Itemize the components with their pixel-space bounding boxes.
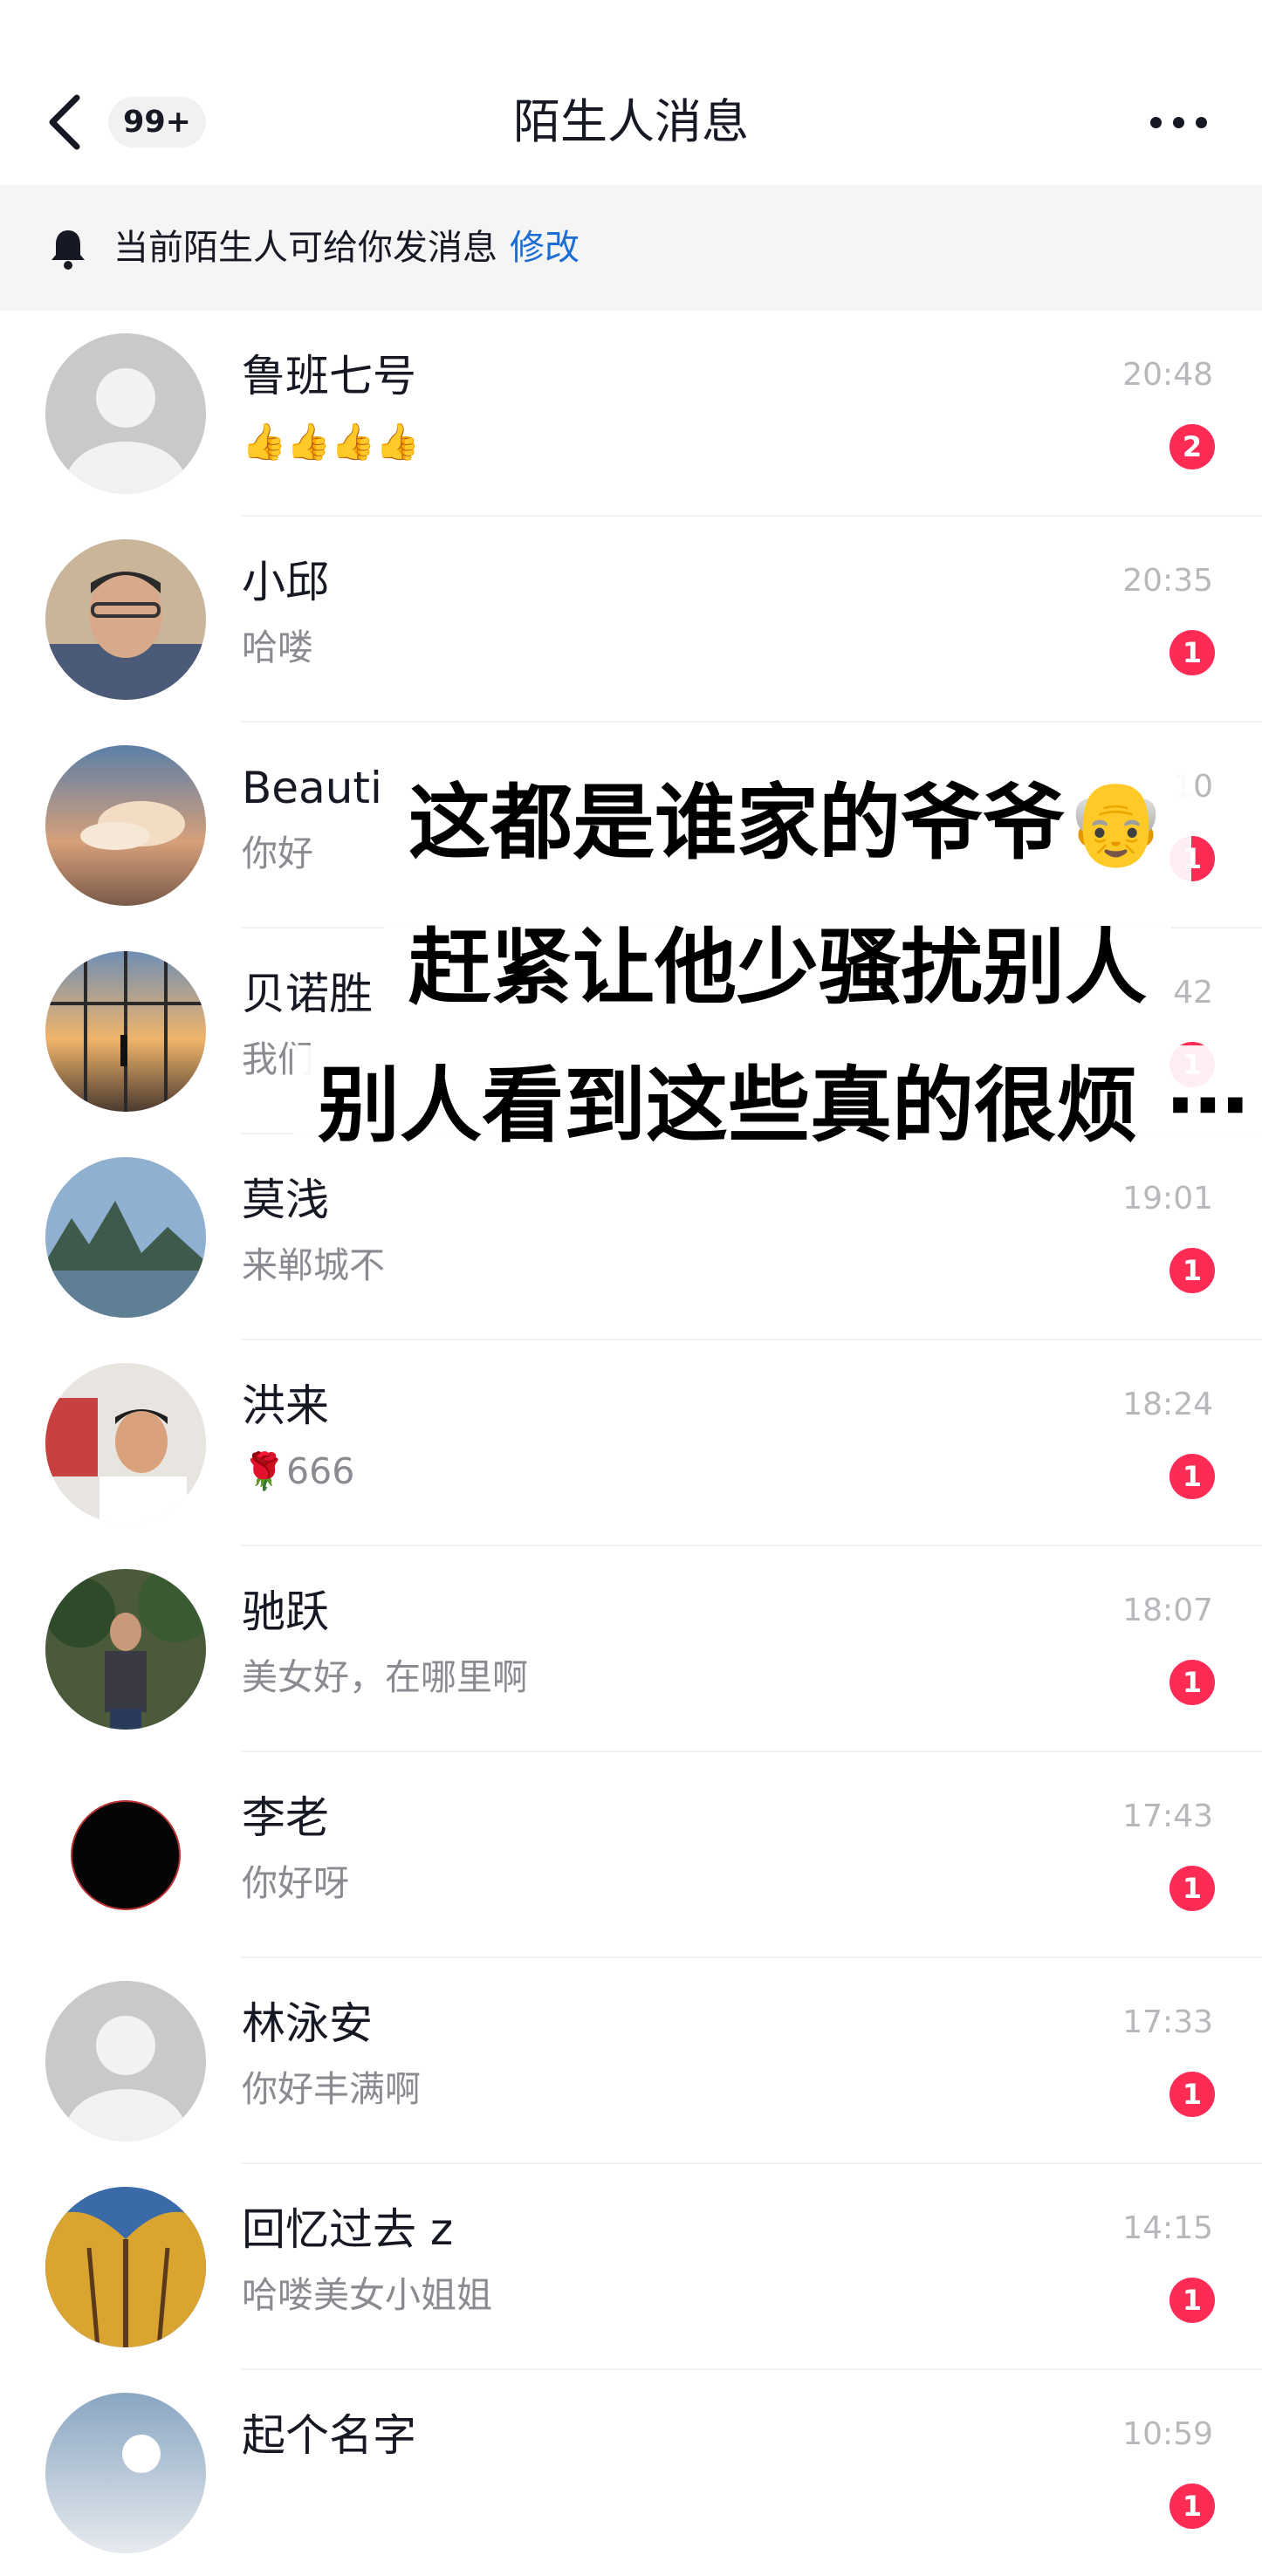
caption-line-2: 赶紧让他少骚扰别人 [384,908,1172,1030]
notice-text: 当前陌生人可给你发消息 修改 [113,220,580,276]
conversation-row[interactable]: 鲁班七号 👍👍👍👍 20:48 2 [0,311,1262,517]
message-preview: 👍👍👍👍 [242,421,421,462]
caption-line-3: 别人看到这些真的很烦 ⋯ [293,1045,1262,1168]
conversation-row[interactable]: 驰跃 美女好，在哪里啊 18:07 1 [0,1546,1262,1752]
person-trees-avatar[interactable] [45,1569,206,1730]
black-circle-avatar[interactable] [45,1775,206,1935]
message-time: 17:43 [1122,1798,1213,1834]
conversation-row[interactable]: 林泳安 你好丰满啊 17:33 1 [0,1958,1262,2164]
modify-link[interactable]: 修改 [510,228,580,268]
message-time: 20:35 [1122,563,1213,599]
contact-name: 驰跃 [242,1586,329,1637]
unread-badge: 1 [1169,630,1215,675]
message-preview: 你好 [242,832,313,874]
unread-badge: 1 [1169,1866,1215,1911]
message-preview: 美女好，在哪里啊 [242,1656,528,1698]
contact-name: 小邱 [242,557,329,607]
contact-name: 贝诺胜 [242,969,373,1019]
conversation-row[interactable]: 洪来 🌹666 18:24 1 [0,1340,1262,1546]
contact-name: 回忆过去 z [242,2204,454,2255]
bell-icon [49,227,87,271]
mountain-river-avatar[interactable] [45,1157,206,1318]
message-preview: 你好呀 [242,1862,349,1904]
default-avatar-icon[interactable] [45,1981,206,2141]
notice-message: 当前陌生人可给你发消息 [113,228,497,268]
contact-name: Beauti [242,763,382,813]
message-time: 17:33 [1122,2004,1213,2040]
message-preview: 哈喽美女小姐姐 [242,2274,492,2316]
sunset-clouds-avatar[interactable] [45,745,206,906]
unread-badge: 1 [1169,1454,1215,1499]
unread-badge: 2 [1169,424,1215,469]
contact-name: 鲁班七号 [242,351,416,401]
message-time: 18:24 [1122,1387,1213,1422]
stranger-message-notice: 当前陌生人可给你发消息 修改 [0,185,1262,311]
message-preview: 哈喽 [242,627,313,668]
conversation-row[interactable]: 小邱 哈喽 20:35 1 [0,517,1262,723]
message-preview: 你好丰满啊 [242,2068,421,2110]
conversation-row[interactable]: 回忆过去 z 哈喽美女小姐姐 14:15 1 [0,2164,1262,2370]
message-time: 18:07 [1122,1593,1213,1628]
message-time: 10:59 [1122,2416,1213,2452]
sky-sun-avatar[interactable] [45,2393,206,2553]
more-dots-icon[interactable] [1150,105,1208,140]
contact-name: 洪来 [242,1380,329,1431]
default-avatar-icon[interactable] [45,333,206,494]
contact-name: 莫浅 [242,1175,329,1225]
person-office-avatar[interactable] [45,1363,206,1524]
message-time: 20:48 [1122,357,1213,393]
unread-badge: 1 [1169,2484,1215,2529]
contact-name: 林泳安 [242,1998,373,2049]
message-preview: 来郸城不 [242,1244,385,1286]
airport-window-avatar[interactable] [45,951,206,1112]
message-time: 14:15 [1122,2210,1213,2246]
golden-trees-avatar[interactable] [45,2187,206,2347]
page-title: 陌生人消息 [513,94,749,149]
conversation-row[interactable]: 李老 你好呀 17:43 1 [0,1752,1262,1958]
caption-line-1: 这都是谁家的爷爷👴 [384,763,1192,885]
unread-badge: 1 [1169,2278,1215,2323]
top-bar: 99+ 陌生人消息 [0,0,1262,183]
person-photo-avatar[interactable] [45,539,206,700]
message-preview: 🌹666 [242,1450,355,1492]
message-time: 19:01 [1122,1181,1213,1216]
message-time: 42 [1173,975,1213,1011]
unread-badge: 1 [1169,1248,1215,1293]
contact-name: 起个名字 [242,2410,416,2461]
unread-badge: 1 [1169,1660,1215,1705]
unread-badge: 1 [1169,2072,1215,2117]
conversation-row[interactable]: 起个名字 10:59 1 [0,2370,1262,2576]
contact-name: 李老 [242,1792,329,1843]
